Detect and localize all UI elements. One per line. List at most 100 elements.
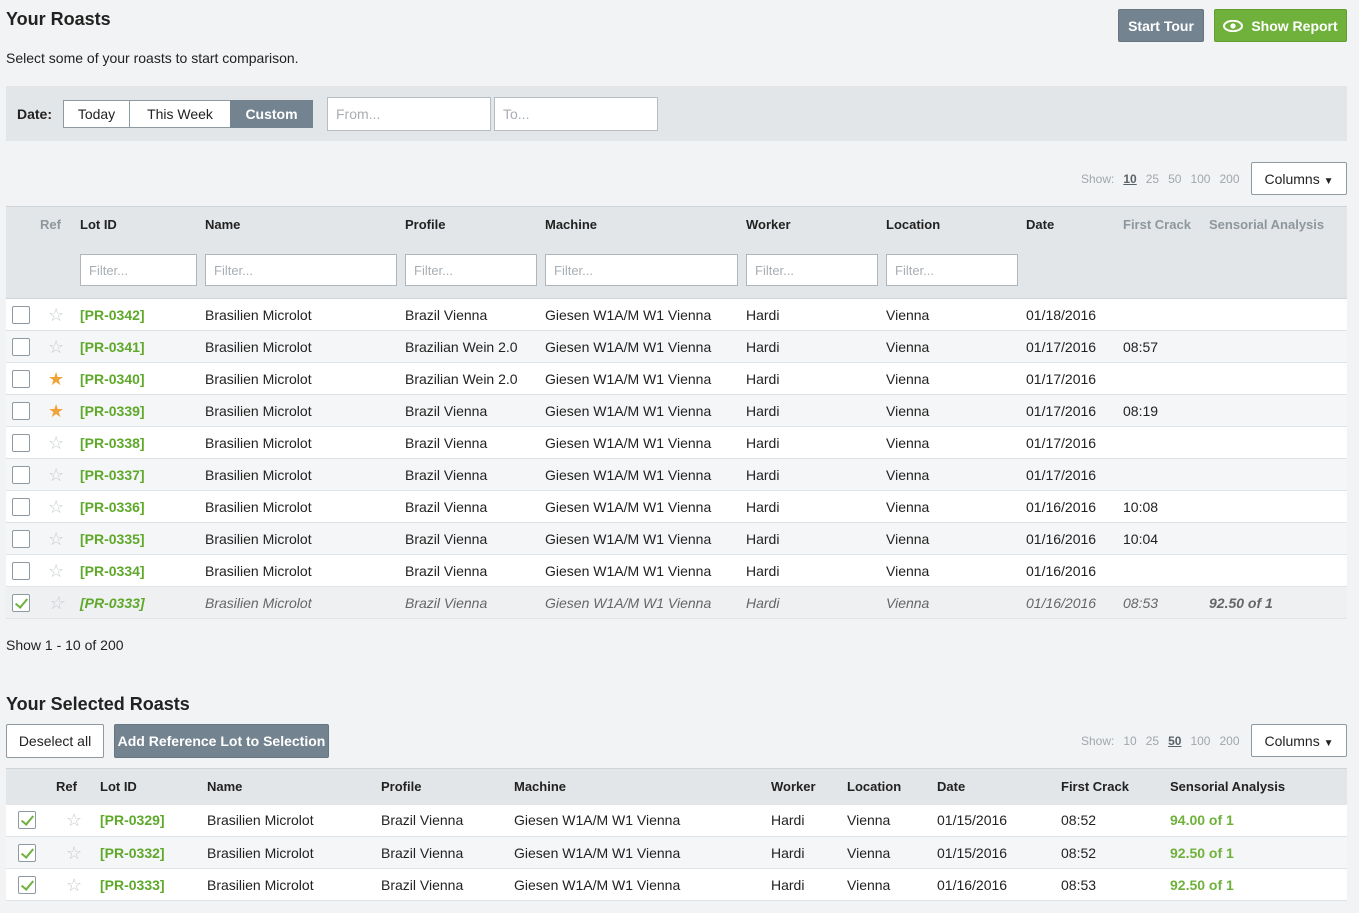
selected-columns-dropdown[interactable]: Columns ▼: [1251, 724, 1347, 757]
col-ref[interactable]: Ref: [40, 206, 80, 243]
date-to-input[interactable]: [494, 97, 658, 131]
col-sensorial-analysis[interactable]: Sensorial Analysis: [1209, 206, 1347, 243]
star-icon[interactable]: ☆: [66, 875, 82, 895]
star-icon[interactable]: ☆: [48, 593, 64, 613]
row-checkbox[interactable]: [12, 305, 30, 324]
row-checkbox[interactable]: [12, 401, 30, 420]
page-size-option[interactable]: 10: [1123, 172, 1136, 186]
col-machine[interactable]: Machine: [545, 206, 746, 243]
star-icon[interactable]: ☆: [48, 433, 64, 453]
row-checkbox[interactable]: [18, 811, 36, 830]
col-first-crack[interactable]: First Crack: [1123, 206, 1209, 243]
col-name[interactable]: Name: [207, 768, 381, 805]
table-row[interactable]: ☆ [PR-0335] Brasilien Microlot Brazil Vienn…: [6, 522, 1347, 555]
lot-id-link[interactable]: [PR-0334]: [80, 563, 145, 579]
page-size-option[interactable]: 200: [1219, 734, 1239, 748]
col-location[interactable]: Location: [847, 768, 937, 805]
deselect-all-button[interactable]: Deselect all: [6, 724, 104, 758]
page-size-option[interactable]: 100: [1190, 172, 1210, 186]
filter-machine[interactable]: [545, 254, 738, 287]
add-reference-lot-button[interactable]: Add Reference Lot to Selection: [114, 724, 329, 758]
star-icon[interactable]: ★: [48, 401, 64, 421]
row-checkbox[interactable]: [12, 529, 30, 548]
lot-id-link[interactable]: [PR-0340]: [80, 371, 145, 387]
col-date[interactable]: Date: [1026, 206, 1123, 243]
lot-id-link[interactable]: [PR-0335]: [80, 531, 145, 547]
page-size-option[interactable]: 100: [1190, 734, 1210, 748]
star-icon[interactable]: ☆: [48, 305, 64, 325]
table-row[interactable]: ☆ [PR-0333] Brasilien Microlot Brazil Vienn…: [6, 868, 1347, 901]
page-size-option[interactable]: 25: [1146, 172, 1159, 186]
date-custom-button[interactable]: Custom: [230, 100, 313, 128]
table-row[interactable]: ☆ [PR-0341] Brasilien Microlot Brazilian We…: [6, 330, 1347, 363]
filter-profile[interactable]: [405, 254, 537, 287]
row-checkbox[interactable]: [12, 369, 30, 388]
col-lot-id[interactable]: Lot ID: [100, 768, 207, 805]
table-row[interactable]: ★ [PR-0340] Brasilien Microlot Brazilian We…: [6, 362, 1347, 395]
date-this-week-button[interactable]: This Week: [129, 100, 231, 128]
table-row[interactable]: ☆ [PR-0342] Brasilien Microlot Brazil Vienn…: [6, 298, 1347, 331]
col-worker[interactable]: Worker: [771, 768, 847, 805]
star-icon[interactable]: ☆: [48, 561, 64, 581]
lot-id-link[interactable]: [PR-0332]: [100, 845, 165, 861]
col-date[interactable]: Date: [937, 768, 1061, 805]
page-size-option[interactable]: 200: [1219, 172, 1239, 186]
table-row[interactable]: ☆ [PR-0336] Brasilien Microlot Brazil Vienn…: [6, 490, 1347, 523]
row-checkbox[interactable]: [18, 843, 36, 862]
filter-lot-id[interactable]: [80, 254, 197, 287]
row-checkbox[interactable]: [12, 497, 30, 516]
table-row[interactable]: ☆ [PR-0332] Brasilien Microlot Brazil Vienn…: [6, 836, 1347, 869]
lot-id-link[interactable]: [PR-0333]: [100, 877, 165, 893]
page-size-option[interactable]: 50: [1168, 172, 1181, 186]
col-lot-id[interactable]: Lot ID: [80, 206, 205, 243]
filter-worker[interactable]: [746, 254, 878, 287]
col-machine[interactable]: Machine: [514, 768, 771, 805]
lot-id-link[interactable]: [PR-0341]: [80, 339, 145, 355]
col-profile[interactable]: Profile: [381, 768, 514, 805]
show-report-button[interactable]: Show Report: [1214, 9, 1347, 42]
table-row[interactable]: ☆ [PR-0333] Brasilien Microlot Brazil Vienn…: [6, 586, 1347, 619]
lot-id-link[interactable]: [PR-0338]: [80, 435, 145, 451]
star-icon[interactable]: ☆: [48, 529, 64, 549]
start-tour-button[interactable]: Start Tour: [1118, 9, 1204, 42]
page-size-option[interactable]: 25: [1146, 734, 1159, 748]
lot-id-link[interactable]: [PR-0336]: [80, 499, 145, 515]
star-icon[interactable]: ☆: [48, 337, 64, 357]
table-row[interactable]: ☆ [PR-0338] Brasilien Microlot Brazil Vienn…: [6, 426, 1347, 459]
date-from-input[interactable]: [327, 97, 491, 131]
row-checkbox[interactable]: [18, 875, 36, 894]
star-icon[interactable]: ☆: [48, 497, 64, 517]
columns-dropdown[interactable]: Columns ▼: [1251, 162, 1347, 195]
row-checkbox[interactable]: [12, 433, 30, 452]
row-checkbox[interactable]: [12, 337, 30, 356]
roast-first-crack: 08:53: [1123, 586, 1209, 619]
lot-id-link[interactable]: [PR-0339]: [80, 403, 145, 419]
star-icon[interactable]: ☆: [48, 465, 64, 485]
table-row[interactable]: ☆ [PR-0337] Brasilien Microlot Brazil Vienn…: [6, 458, 1347, 491]
col-worker[interactable]: Worker: [746, 206, 886, 243]
lot-id-link[interactable]: [PR-0329]: [100, 812, 165, 828]
table-row[interactable]: ★ [PR-0339] Brasilien Microlot Brazil Vienn…: [6, 394, 1347, 427]
row-checkbox[interactable]: [12, 465, 30, 484]
filter-location[interactable]: [886, 254, 1018, 287]
star-icon[interactable]: ☆: [66, 843, 82, 863]
date-today-button[interactable]: Today: [63, 100, 130, 128]
col-ref[interactable]: Ref: [50, 768, 100, 805]
row-checkbox[interactable]: [12, 561, 30, 580]
row-checkbox[interactable]: [12, 593, 30, 612]
filter-name[interactable]: [205, 254, 397, 287]
col-profile[interactable]: Profile: [405, 206, 545, 243]
star-icon[interactable]: ☆: [66, 810, 82, 830]
page-size-option[interactable]: 50: [1168, 734, 1181, 748]
lot-id-link[interactable]: [PR-0337]: [80, 467, 145, 483]
lot-id-link[interactable]: [PR-0333]: [80, 595, 145, 611]
lot-id-link[interactable]: [PR-0342]: [80, 307, 145, 323]
page-size-option[interactable]: 10: [1123, 734, 1136, 748]
col-first-crack[interactable]: First Crack: [1061, 768, 1170, 805]
table-row[interactable]: ☆ [PR-0334] Brasilien Microlot Brazil Vienn…: [6, 554, 1347, 587]
col-location[interactable]: Location: [886, 206, 1026, 243]
col-name[interactable]: Name: [205, 206, 405, 243]
table-row[interactable]: ☆ [PR-0329] Brasilien Microlot Brazil Vienn…: [6, 804, 1347, 837]
star-icon[interactable]: ★: [48, 369, 64, 389]
col-sensorial-analysis[interactable]: Sensorial Analysis: [1170, 768, 1347, 805]
